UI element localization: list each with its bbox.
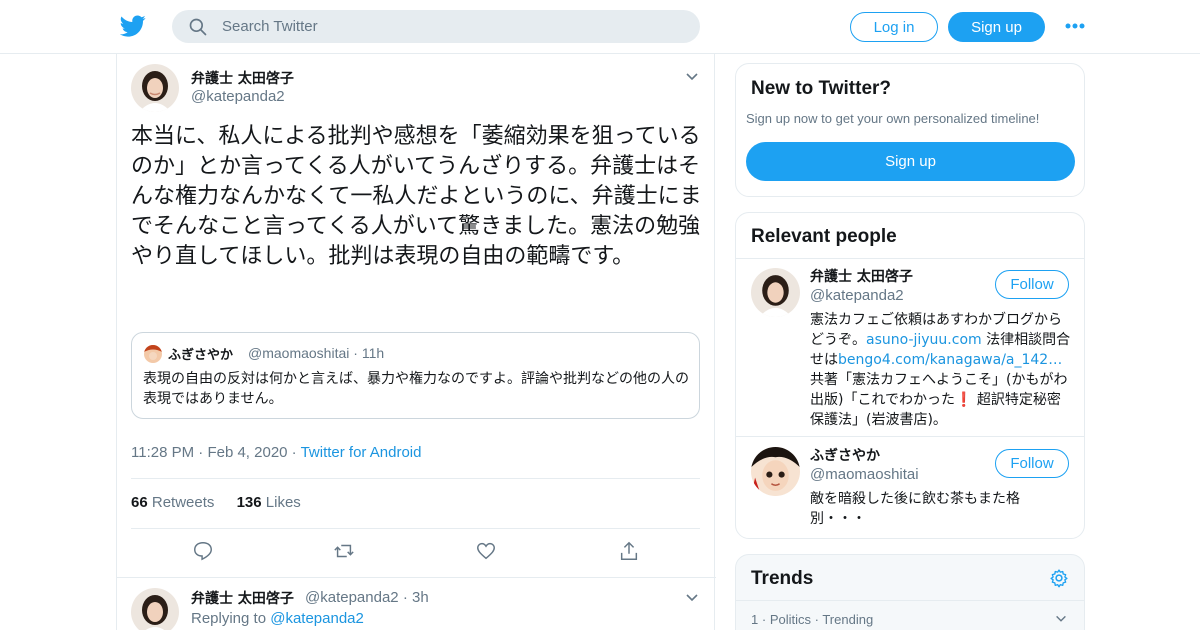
card-title: Relevant people <box>751 226 897 247</box>
trends-card: Trends 1 · Politics · Trending <box>735 554 1085 630</box>
follow-button[interactable]: Follow <box>995 449 1069 478</box>
author-name[interactable]: 弁護士 太田啓子 <box>191 68 294 88</box>
reply-tweet[interactable]: 弁護士 太田啓子 @katepanda2 · 3h Replying to @k… <box>117 577 716 630</box>
reply-time: 3h <box>411 589 429 606</box>
divider <box>736 600 1084 601</box>
person-item[interactable]: ふぎさやか @maomaoshitai Follow 敵を暗殺した後に飲む茶もま… <box>736 437 1084 537</box>
divider <box>131 528 700 529</box>
likes-stat[interactable]: 136 Likes <box>237 494 301 511</box>
quoted-text: 表現の自由の反対は何かと言えば、暴力や権力なのですよ。評論や批判などの他の人の表… <box>143 371 689 407</box>
reply-author-meta: @katepanda2 · 3h <box>305 589 429 606</box>
chevron-down-icon[interactable] <box>1054 612 1068 626</box>
like-icon[interactable] <box>475 540 497 562</box>
person-bio: 敵を暗殺した後に飲む茶もまた格別・・・ <box>810 491 1020 527</box>
exclamation-icon: ❗ <box>955 392 973 408</box>
retweets-label: Retweets <box>151 494 215 511</box>
person-name[interactable]: 弁護士 太田啓子 <box>810 266 913 286</box>
avatar[interactable] <box>751 268 800 317</box>
dot-separator: · <box>291 444 301 461</box>
tweet-text: 本当に、私人による批判や感想を「萎縮効果を狙っているのか」とか言ってくる人がいて… <box>131 124 702 269</box>
tweet-meta: 11:28 PM · Feb 4, 2020 · Twitter for And… <box>131 444 421 461</box>
divider <box>131 478 700 479</box>
card-title: New to Twitter? <box>751 78 892 99</box>
new-to-twitter-card: New to Twitter? Sign up now to get your … <box>735 63 1085 197</box>
avatar[interactable] <box>751 447 800 496</box>
person-item[interactable]: 弁護士 太田啓子 @katepanda2 Follow 憲法カフェご依頼はあすわ… <box>736 258 1084 436</box>
chevron-down-icon[interactable] <box>684 69 700 85</box>
author-handle[interactable]: @katepanda2 <box>191 88 285 105</box>
follow-button[interactable]: Follow <box>995 270 1069 299</box>
relevant-people-card: Relevant people 弁護士 太田啓子 @katepanda2 Fol… <box>735 212 1085 539</box>
avatar[interactable] <box>131 64 179 112</box>
share-icon[interactable] <box>618 540 640 562</box>
avatar[interactable] <box>131 588 179 630</box>
likes-count: 136 <box>236 494 262 511</box>
dot-separator: · <box>761 612 770 627</box>
reply-author-name[interactable]: 弁護士 太田啓子 <box>191 588 294 608</box>
quoted-author-meta: @maomaoshitai · 11h <box>248 345 384 361</box>
author-photo <box>131 588 179 630</box>
person-handle[interactable]: @katepanda2 <box>810 287 904 304</box>
quoted-tweet[interactable]: ふぎさやか @maomaoshitai · 11h 表現の自由の反対は何かと言え… <box>131 332 700 419</box>
dot-separator: · <box>402 589 412 606</box>
reply-icon[interactable] <box>192 540 214 562</box>
trend-rank: 1 <box>751 612 759 627</box>
retweets-stat[interactable]: 66 Retweets <box>131 494 214 511</box>
search-input[interactable]: Search Twitter <box>172 10 700 43</box>
card-title: Trends <box>751 568 814 589</box>
login-button[interactable]: Log in <box>850 12 938 42</box>
reply-author-handle[interactable]: @katepanda2 <box>305 589 399 606</box>
top-navigation-bar: Search Twitter Log in Sign up <box>0 0 1200 54</box>
person-bio: 憲法カフェご依頼はあすわかブログからどうぞ。asuno-jiyuu.com 法律… <box>810 310 1072 430</box>
replying-to: Replying to @katepanda2 <box>191 610 364 627</box>
twitter-bird-icon[interactable] <box>120 13 146 39</box>
person-name[interactable]: ふぎさやか <box>810 445 880 465</box>
trend-category: Politics <box>769 612 811 627</box>
main-timeline-column: 弁護士 太田啓子 @katepanda2 本当に、私人による批判や感想を「萎縮効… <box>116 54 716 630</box>
tweet-actions <box>117 540 716 566</box>
retweet-icon[interactable] <box>333 540 355 562</box>
quoted-author-name: ふぎさやか <box>168 348 234 363</box>
tweet-date: Feb 4, 2020 <box>207 444 288 461</box>
bio-link[interactable]: asuno-jiyuu.com <box>866 332 982 348</box>
tweet-source-link[interactable]: Twitter for Android <box>301 444 422 461</box>
search-placeholder: Search Twitter <box>222 18 318 35</box>
trend-item-meta[interactable]: 1 · Politics · Trending <box>751 612 873 627</box>
person-handle[interactable]: @maomaoshitai <box>810 466 919 483</box>
signup-button[interactable]: Sign up <box>948 12 1045 42</box>
quoted-avatar <box>144 345 162 363</box>
quoted-author-handle: @maomaoshitai <box>248 345 350 361</box>
dot-separator: · <box>353 345 362 361</box>
search-icon <box>189 18 207 35</box>
tweet-time: 11:28 PM <box>131 444 195 461</box>
quoted-time: 11h <box>361 345 385 361</box>
gear-icon[interactable] <box>1049 568 1069 588</box>
author-photo <box>131 64 179 112</box>
more-dots-icon[interactable] <box>1064 18 1086 34</box>
chevron-down-icon[interactable] <box>684 590 700 606</box>
likes-label: Likes <box>265 494 301 511</box>
replying-to-link[interactable]: @katepanda2 <box>270 610 364 627</box>
card-subtitle: Sign up now to get your own personalized… <box>746 111 1040 126</box>
sidebar-signup-button[interactable]: Sign up <box>746 142 1075 181</box>
tweet-stats: 66 Retweets 136 Likes <box>131 494 301 511</box>
replying-prefix: Replying to <box>191 610 267 627</box>
retweets-count: 66 <box>131 494 148 511</box>
trend-status: Trending <box>822 612 874 627</box>
bio-link[interactable]: bengo4.com/kanagawa/a_142… <box>838 352 1062 368</box>
